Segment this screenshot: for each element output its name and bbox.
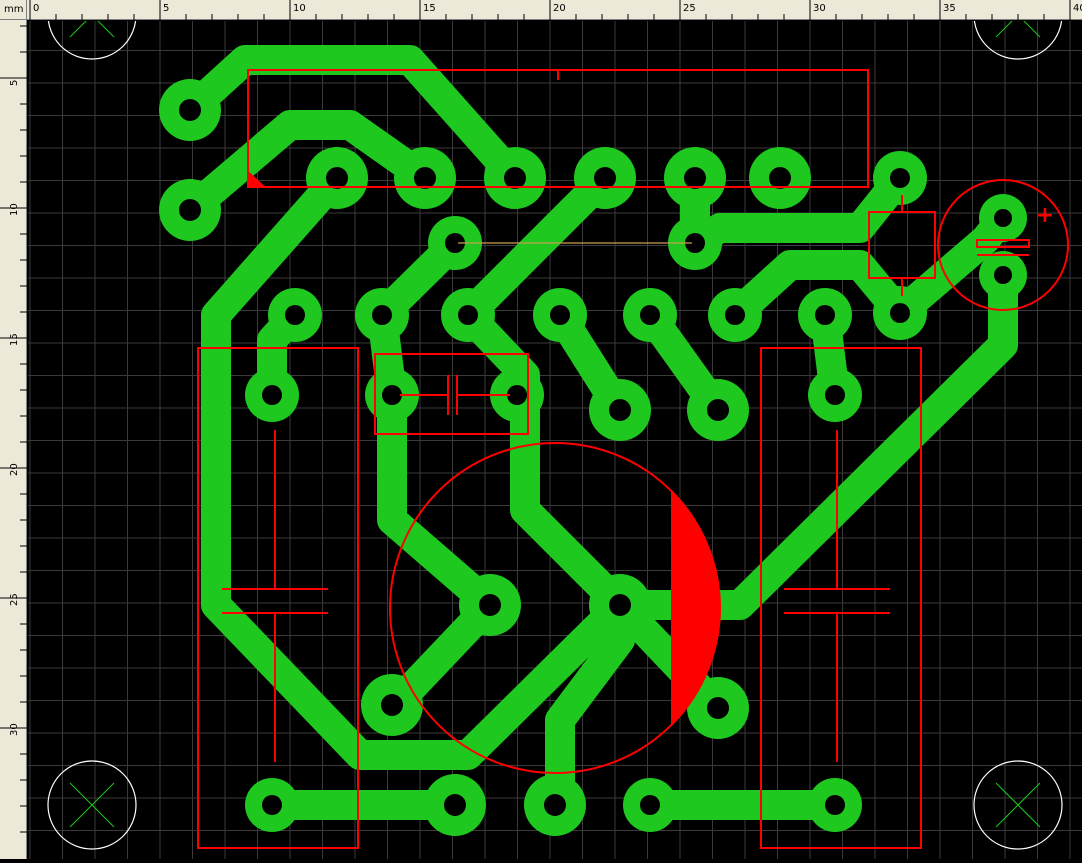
ruler-y-label: 25 <box>9 593 20 606</box>
ruler-x-label: 5 <box>163 3 169 14</box>
ruler-left[interactable]: 5 10 15 20 25 30 <box>0 0 27 859</box>
ruler-y-label: 30 <box>9 723 20 736</box>
pad[interactable] <box>159 79 221 141</box>
pad[interactable] <box>441 288 495 342</box>
ruler-x-label: 30 <box>813 3 826 14</box>
ruler-x-label: 35 <box>943 3 956 14</box>
ruler-x-label: 10 <box>293 3 306 14</box>
ruler-y-label: 15 <box>9 333 20 346</box>
pad[interactable] <box>623 288 677 342</box>
mount-hole-top-right <box>973 21 1063 60</box>
pad[interactable] <box>524 774 586 836</box>
pad[interactable] <box>979 251 1027 299</box>
ic-pin1-marker <box>247 169 267 188</box>
pad[interactable] <box>306 147 368 209</box>
pad[interactable] <box>708 288 762 342</box>
pad[interactable] <box>589 379 651 441</box>
polarity-plus-label: + <box>1036 203 1054 228</box>
pad[interactable] <box>361 674 423 736</box>
pad[interactable] <box>749 147 811 209</box>
ruler-x-label: 40 <box>1073 3 1082 14</box>
pad[interactable] <box>664 147 726 209</box>
pad[interactable] <box>159 179 221 241</box>
pad[interactable] <box>245 778 299 832</box>
pad[interactable] <box>873 286 927 340</box>
pad[interactable] <box>424 774 486 836</box>
pad[interactable] <box>394 147 456 209</box>
pad[interactable] <box>574 147 636 209</box>
pcb-layout: + <box>28 21 1082 859</box>
pad[interactable] <box>459 574 521 636</box>
pad[interactable] <box>533 288 587 342</box>
ruler-y-label: 20 <box>9 463 20 476</box>
ruler-x-label: 0 <box>33 3 39 14</box>
ruler-y-label: 10 <box>9 203 20 216</box>
ruler-y-label: 5 <box>9 80 20 86</box>
pad[interactable] <box>589 574 651 636</box>
pad[interactable] <box>484 147 546 209</box>
pad[interactable] <box>623 778 677 832</box>
pad[interactable] <box>798 288 852 342</box>
pad[interactable] <box>687 379 749 441</box>
ruler-x-label: 25 <box>683 3 696 14</box>
mount-hole-top-left <box>47 21 137 60</box>
pad[interactable] <box>808 368 862 422</box>
capacitor-right-outline <box>760 347 922 849</box>
pcb-canvas[interactable]: + <box>28 21 1082 859</box>
ruler-unit-label: mm <box>0 0 27 20</box>
ruler-x-label: 15 <box>423 3 436 14</box>
pad[interactable] <box>355 288 409 342</box>
pad[interactable] <box>808 778 862 832</box>
ruler-top[interactable]: 0 5 10 15 20 25 30 35 40 <box>0 0 1082 20</box>
pad[interactable] <box>268 288 322 342</box>
ruler-left-scale: 5 10 15 20 25 30 <box>0 25 27 833</box>
pad[interactable] <box>873 151 927 205</box>
ruler-x-label: 20 <box>553 3 566 14</box>
ruler-top-scale: 0 5 10 15 20 25 30 35 40 <box>29 0 1082 20</box>
pad[interactable] <box>979 194 1027 242</box>
pad[interactable] <box>245 368 299 422</box>
